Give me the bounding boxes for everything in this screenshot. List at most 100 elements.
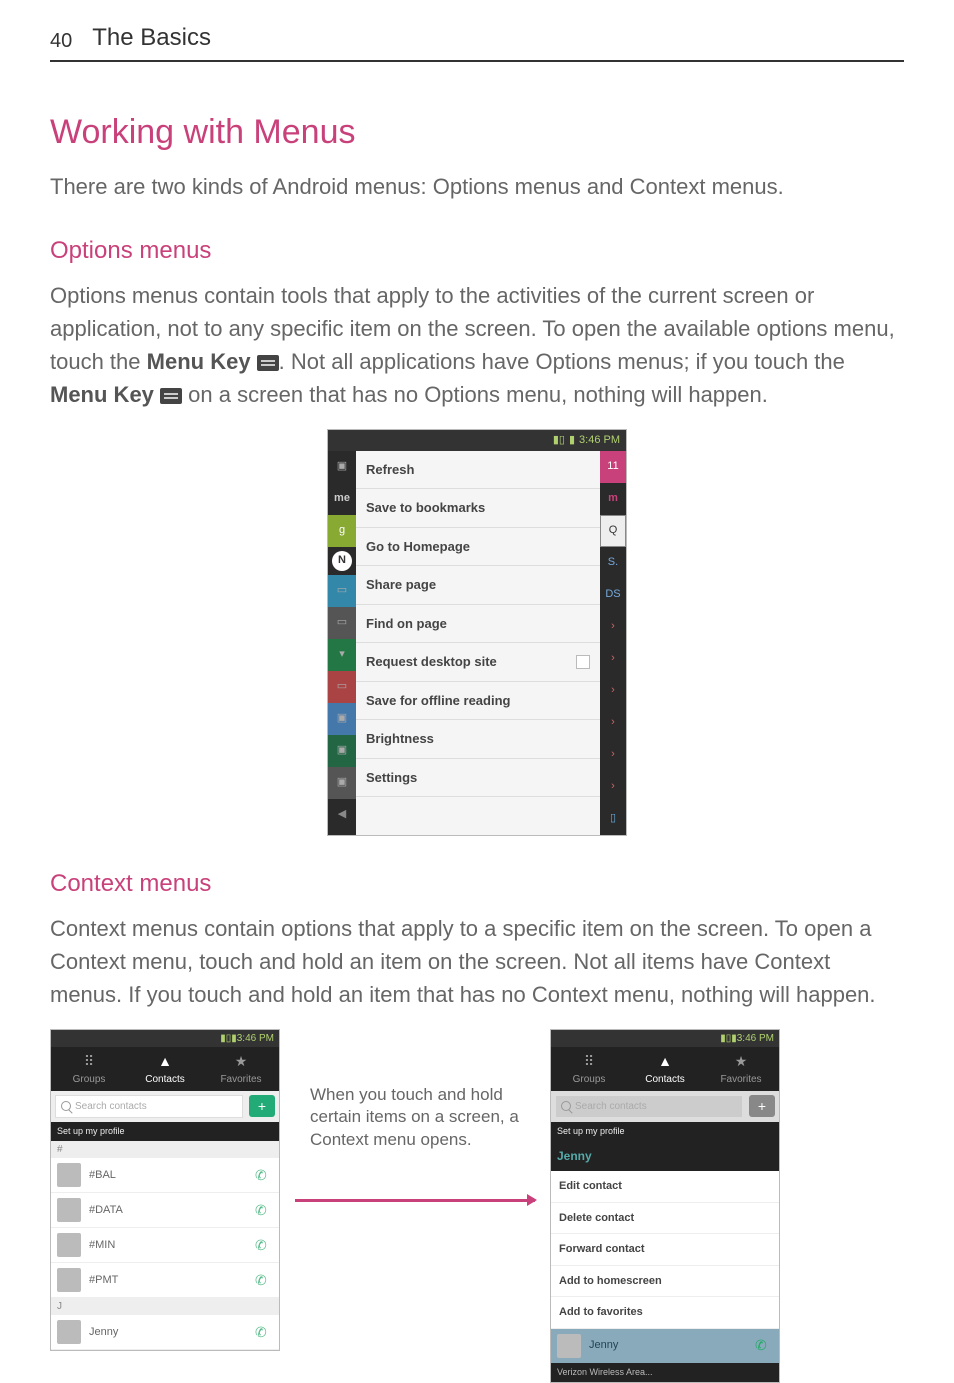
menu-key-text-2: Menu Key bbox=[50, 382, 160, 407]
groups-icon: ⠿ bbox=[51, 1051, 127, 1072]
contacts-screenshot: ▮▯ ▮ 3:46 PM ⠿Groups ▲Contacts ★Favorite… bbox=[50, 1029, 280, 1352]
status-bar: ▮▯ ▮ 3:46 PM bbox=[51, 1030, 279, 1047]
add-contact-button[interactable]: + bbox=[249, 1095, 275, 1117]
menu-item-find[interactable]: Find on page bbox=[356, 605, 600, 644]
search-icon: Q bbox=[600, 515, 626, 547]
setup-profile-row[interactable]: Set up my profile bbox=[551, 1122, 779, 1142]
list-item[interactable]: #PMT✆ bbox=[51, 1263, 279, 1298]
avatar bbox=[57, 1268, 81, 1292]
context-item-homescreen[interactable]: Add to homescreen bbox=[551, 1266, 779, 1298]
bg-text: S. bbox=[600, 547, 626, 579]
bg-icon: ▾ bbox=[328, 639, 356, 671]
bg-icon: ▣ bbox=[328, 735, 356, 767]
star-icon: ★ bbox=[703, 1051, 779, 1072]
phone-icon[interactable]: ✆ bbox=[255, 1165, 273, 1186]
person-icon: ▲ bbox=[127, 1051, 203, 1072]
bg-text: me bbox=[328, 483, 356, 515]
list-item[interactable]: #BAL✆ bbox=[51, 1158, 279, 1193]
bg-icon: ▣ bbox=[328, 703, 356, 735]
context-item-edit[interactable]: Edit contact bbox=[551, 1171, 779, 1203]
page-number: 40 bbox=[50, 26, 72, 56]
phone-icon[interactable]: ✆ bbox=[255, 1235, 273, 1256]
status-time: 3:46 PM bbox=[737, 1031, 774, 1046]
search-placeholder: Search contacts bbox=[75, 1099, 147, 1114]
chevron-right-icon: › bbox=[600, 739, 626, 771]
page-title: Working with Menus bbox=[50, 107, 904, 158]
menu-item-save-bookmarks[interactable]: Save to bookmarks bbox=[356, 489, 600, 528]
setup-profile-row[interactable]: Set up my profile bbox=[51, 1122, 279, 1142]
context-heading: Context menus bbox=[50, 866, 904, 902]
options-text-b: . Not all applications have Options menu… bbox=[279, 349, 845, 374]
status-time: 3:46 PM bbox=[579, 432, 620, 449]
menu-item-offline[interactable]: Save for offline reading bbox=[356, 682, 600, 721]
carrier-footer: Verizon Wireless Area... bbox=[551, 1363, 779, 1383]
menu-item-refresh[interactable]: Refresh bbox=[356, 451, 600, 490]
menu-item-homepage[interactable]: Go to Homepage bbox=[356, 528, 600, 567]
search-row: Search contacts + bbox=[551, 1091, 779, 1122]
highlighted-contact[interactable]: Jenny ✆ bbox=[551, 1329, 779, 1363]
options-text-c: on a screen that has no Options menu, no… bbox=[182, 382, 768, 407]
phone-icon[interactable]: ✆ bbox=[255, 1200, 273, 1221]
menu-key-icon bbox=[257, 355, 279, 371]
index-header: # bbox=[51, 1141, 279, 1158]
battery-icon: ▮ bbox=[569, 432, 575, 449]
person-icon: ▲ bbox=[627, 1051, 703, 1072]
tab-contacts[interactable]: ▲Contacts bbox=[127, 1047, 203, 1091]
context-figure-row: ▮▯ ▮ 3:46 PM ⠿Groups ▲Contacts ★Favorite… bbox=[50, 1029, 904, 1383]
menu-key-icon bbox=[160, 388, 182, 404]
chevron-right-icon: › bbox=[600, 771, 626, 803]
tab-favorites[interactable]: ★Favorites bbox=[203, 1047, 279, 1091]
phone-icon[interactable]: ✆ bbox=[255, 1270, 273, 1291]
menu-item-settings[interactable]: Settings bbox=[356, 759, 600, 798]
menu-item-brightness[interactable]: Brightness bbox=[356, 720, 600, 759]
menu-item-desktop-site[interactable]: Request desktop site bbox=[356, 643, 600, 682]
context-paragraph: Context menus contain options that apply… bbox=[50, 912, 904, 1011]
tab-groups[interactable]: ⠿Groups bbox=[551, 1047, 627, 1091]
options-heading: Options menus bbox=[50, 233, 904, 269]
annotation-block: When you touch and hold certain items on… bbox=[310, 1029, 520, 1153]
add-contact-button[interactable]: + bbox=[749, 1095, 775, 1117]
options-menu-screenshot: ▮▯ ▮ 3:46 PM ▣ me g N ▭ ▭ ▾ ▭ ▣ ▣ ▣ ◀ Re… bbox=[327, 429, 627, 836]
context-menu-title: Jenny bbox=[551, 1141, 779, 1171]
screenshot-left-strip: ▣ me g N ▭ ▭ ▾ ▭ ▣ ▣ ▣ ◀ bbox=[328, 451, 356, 835]
back-icon: ◀ bbox=[328, 799, 356, 831]
search-input[interactable]: Search contacts bbox=[55, 1095, 243, 1118]
menu-item-share[interactable]: Share page bbox=[356, 566, 600, 605]
tab-groups[interactable]: ⠿Groups bbox=[51, 1047, 127, 1091]
tab-favorites[interactable]: ★Favorites bbox=[703, 1047, 779, 1091]
context-item-favorites[interactable]: Add to favorites bbox=[551, 1297, 779, 1329]
star-icon: ★ bbox=[203, 1051, 279, 1072]
avatar bbox=[557, 1334, 581, 1358]
avatar bbox=[57, 1233, 81, 1257]
screenshot-right-strip: 11 m Q S. DS › › › › › › ▯ bbox=[600, 451, 626, 835]
tab-contacts[interactable]: ▲Contacts bbox=[627, 1047, 703, 1091]
checkbox-icon[interactable] bbox=[576, 655, 590, 669]
add-person-icon: + bbox=[258, 1098, 266, 1114]
list-item[interactable]: Jenny✆ bbox=[51, 1315, 279, 1350]
phone-icon[interactable]: ✆ bbox=[255, 1322, 273, 1343]
avatar bbox=[57, 1320, 81, 1344]
bg-icon: g bbox=[328, 515, 356, 547]
chevron-right-icon: › bbox=[600, 707, 626, 739]
menu-key-text-1: Menu Key bbox=[147, 349, 257, 374]
bg-icon: N bbox=[332, 551, 352, 571]
bg-text: DS bbox=[600, 579, 626, 611]
chevron-right-icon: › bbox=[600, 675, 626, 707]
bg-icon: ▭ bbox=[328, 607, 356, 639]
options-paragraph: Options menus contain tools that apply t… bbox=[50, 279, 904, 411]
add-person-icon: + bbox=[758, 1098, 766, 1114]
context-menu-screenshot: ▮▯ ▮ 3:46 PM ⠿Groups ▲Contacts ★Favorite… bbox=[550, 1029, 780, 1383]
status-bar: ▮▯ ▮ 3:46 PM bbox=[328, 430, 626, 451]
context-item-delete[interactable]: Delete contact bbox=[551, 1203, 779, 1235]
search-input[interactable]: Search contacts bbox=[555, 1095, 743, 1118]
tab-bar: ⠿Groups ▲Contacts ★Favorites bbox=[51, 1047, 279, 1091]
context-item-forward[interactable]: Forward contact bbox=[551, 1234, 779, 1266]
status-bar: ▮▯ ▮ 3:46 PM bbox=[551, 1030, 779, 1047]
avatar bbox=[57, 1163, 81, 1187]
phone-icon[interactable]: ✆ bbox=[755, 1335, 773, 1356]
list-item[interactable]: #DATA✆ bbox=[51, 1193, 279, 1228]
groups-icon: ⠿ bbox=[551, 1051, 627, 1072]
list-item[interactable]: #MIN✆ bbox=[51, 1228, 279, 1263]
chevron-right-icon: › bbox=[600, 611, 626, 643]
arrow-icon bbox=[295, 1199, 535, 1202]
